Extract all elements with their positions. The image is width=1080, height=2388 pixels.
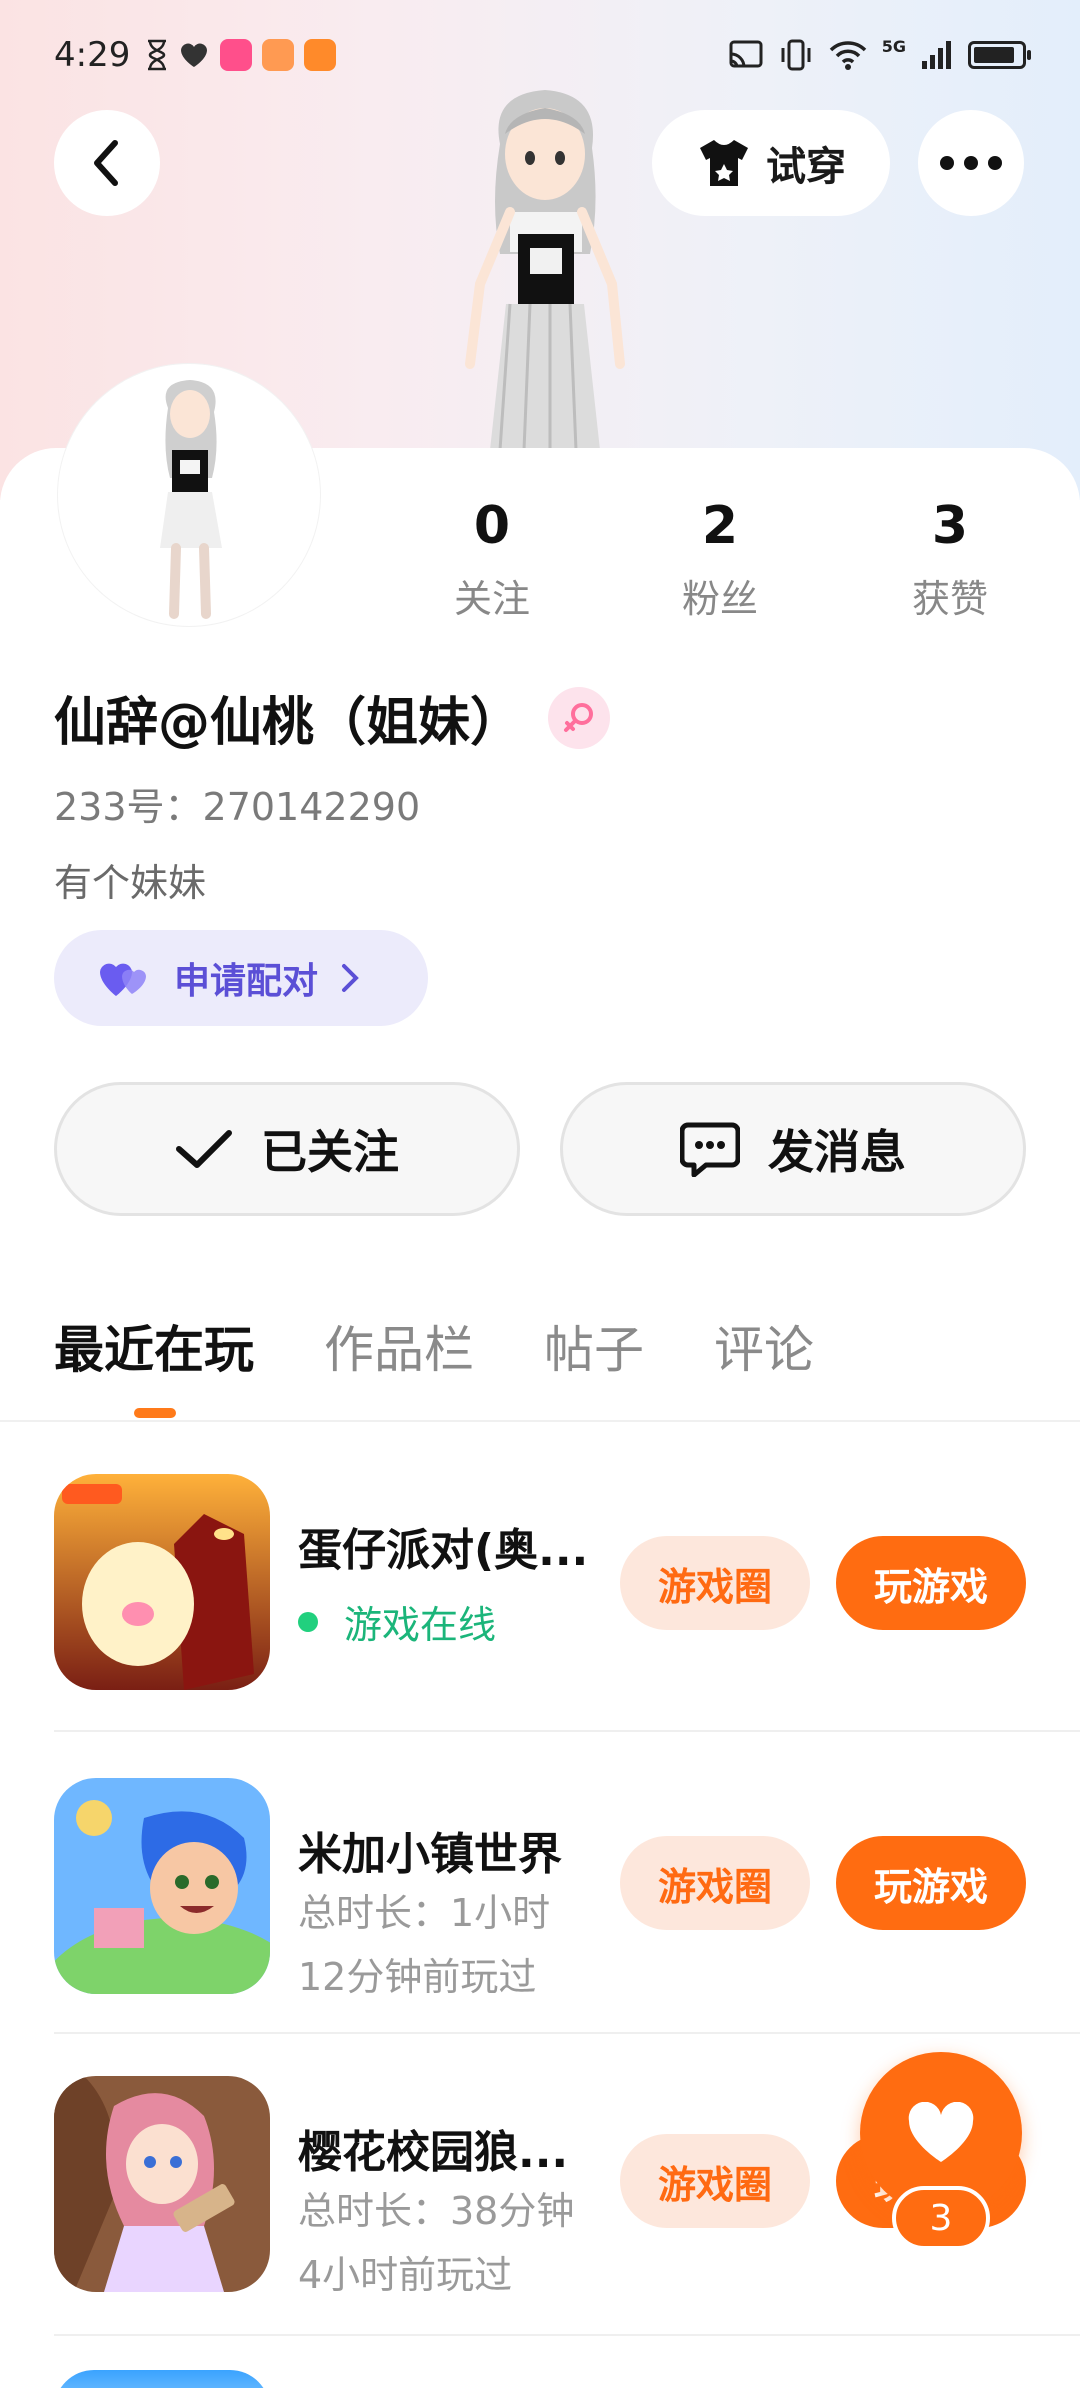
send-message-button[interactable]: 发消息 (560, 1082, 1026, 1216)
try-on-button[interactable]: 试穿 (652, 110, 890, 216)
game-last-played: 12分钟前玩过 (298, 1955, 537, 1999)
tab-posts[interactable]: 帖子 (544, 1310, 644, 1382)
chat-notification-icon (262, 39, 295, 71)
send-message-label: 发消息 (768, 1125, 906, 1179)
user-id: 233号：270142290 (54, 785, 421, 829)
try-on-label: 试穿 (766, 144, 846, 190)
tab-divider (0, 1420, 1080, 1422)
cast-icon (729, 40, 763, 68)
heart-shield-icon (181, 43, 208, 67)
following-count: 0 (473, 496, 511, 556)
app2-notification-icon (304, 39, 337, 71)
avatar-image (62, 368, 316, 622)
game-title: 米加小镇世界 (298, 1829, 562, 1880)
app-notification-icon (220, 39, 253, 71)
request-pair-label: 申请配对 (174, 961, 319, 1002)
fans-count: 2 (701, 496, 739, 556)
following-label: 关注 (453, 577, 530, 621)
chat-bubble-icon (680, 1122, 740, 1177)
profile-tabs: 最近在玩 作品栏 帖子 评论 (54, 1310, 884, 1382)
next-game-icon-partial[interactable] (54, 2370, 270, 2388)
game-circle-button[interactable]: 游戏圈 (620, 2134, 810, 2228)
stat-fans[interactable]: 2 粉丝 (620, 496, 820, 623)
signal-icon (922, 41, 951, 69)
play-game-button[interactable]: 玩游戏 (836, 1836, 1026, 1930)
like-count-badge: 3 (892, 2186, 990, 2250)
row-divider (54, 2032, 1080, 2034)
tab-works[interactable]: 作品栏 (324, 1310, 474, 1382)
game-online-status: 游戏在线 (298, 1594, 496, 1649)
game-title: 蛋仔派对(奥... (298, 1525, 589, 1576)
row-divider (54, 1730, 1080, 1732)
game-icon-eggy-party[interactable] (54, 1474, 270, 1690)
stat-likes[interactable]: 3 获赞 (850, 496, 1050, 623)
game-playtime: 总时长：38分钟 (298, 2189, 575, 2233)
game-online-label: 游戏在线 (344, 1603, 497, 1647)
network-type: 5G (881, 36, 906, 56)
row-divider (54, 2334, 1080, 2336)
likes-count: 3 (931, 496, 969, 556)
checkmark-icon (176, 1130, 232, 1168)
chevron-right-icon (342, 964, 359, 992)
chevron-left-icon (94, 140, 118, 186)
double-heart-icon (100, 963, 146, 996)
wifi-icon (829, 41, 866, 70)
profile-avatar[interactable] (58, 364, 320, 626)
vibrate-icon (781, 39, 811, 71)
game-title: 樱花校园狼... (298, 2127, 569, 2178)
user-bio: 有个妹妹 (54, 861, 207, 905)
tshirt-icon (700, 140, 748, 186)
hourglass-icon (148, 39, 167, 71)
game-circle-button[interactable]: 游戏圈 (620, 1536, 810, 1630)
avatar-3d-figure (465, 90, 625, 450)
status-system-icons: 5G (728, 36, 1031, 72)
username-row: 仙辞@仙桃（姐妹） (54, 680, 611, 755)
game-list-item[interactable]: 蛋仔派对(奥... 游戏在线 游戏圈 玩游戏 (0, 1474, 1080, 1774)
likes-label: 获赞 (911, 577, 988, 621)
username: 仙辞@仙桃（姐妹） (54, 693, 523, 753)
status-notification-icons (146, 39, 337, 71)
play-game-button[interactable]: 玩游戏 (836, 1536, 1026, 1630)
tab-comments[interactable]: 评论 (714, 1310, 814, 1382)
battery-icon (968, 41, 1031, 69)
tab-recently-played[interactable]: 最近在玩 (54, 1310, 254, 1382)
heart-icon (908, 2102, 974, 2162)
game-last-played: 4小时前玩过 (298, 2253, 513, 2297)
request-pair-button[interactable]: 申请配对 (54, 930, 428, 1026)
back-button[interactable] (54, 110, 160, 216)
more-options-button[interactable] (918, 110, 1024, 216)
active-tab-indicator (134, 1408, 176, 1418)
fans-label: 粉丝 (681, 577, 758, 621)
game-circle-button[interactable]: 游戏圈 (620, 1836, 810, 1930)
followed-label: 已关注 (261, 1125, 399, 1179)
more-dots-icon (940, 156, 1002, 170)
female-gender-icon (548, 686, 611, 749)
status-time: 4:29 (54, 35, 131, 75)
stat-following[interactable]: 0 关注 (392, 496, 592, 623)
game-playtime: 总时长：1小时 (298, 1891, 551, 1935)
game-icon-miga-town[interactable] (54, 1778, 270, 1994)
online-dot-icon (298, 1611, 318, 1632)
game-icon-sakura-school[interactable] (54, 2076, 270, 2292)
followed-button[interactable]: 已关注 (54, 1082, 520, 1216)
